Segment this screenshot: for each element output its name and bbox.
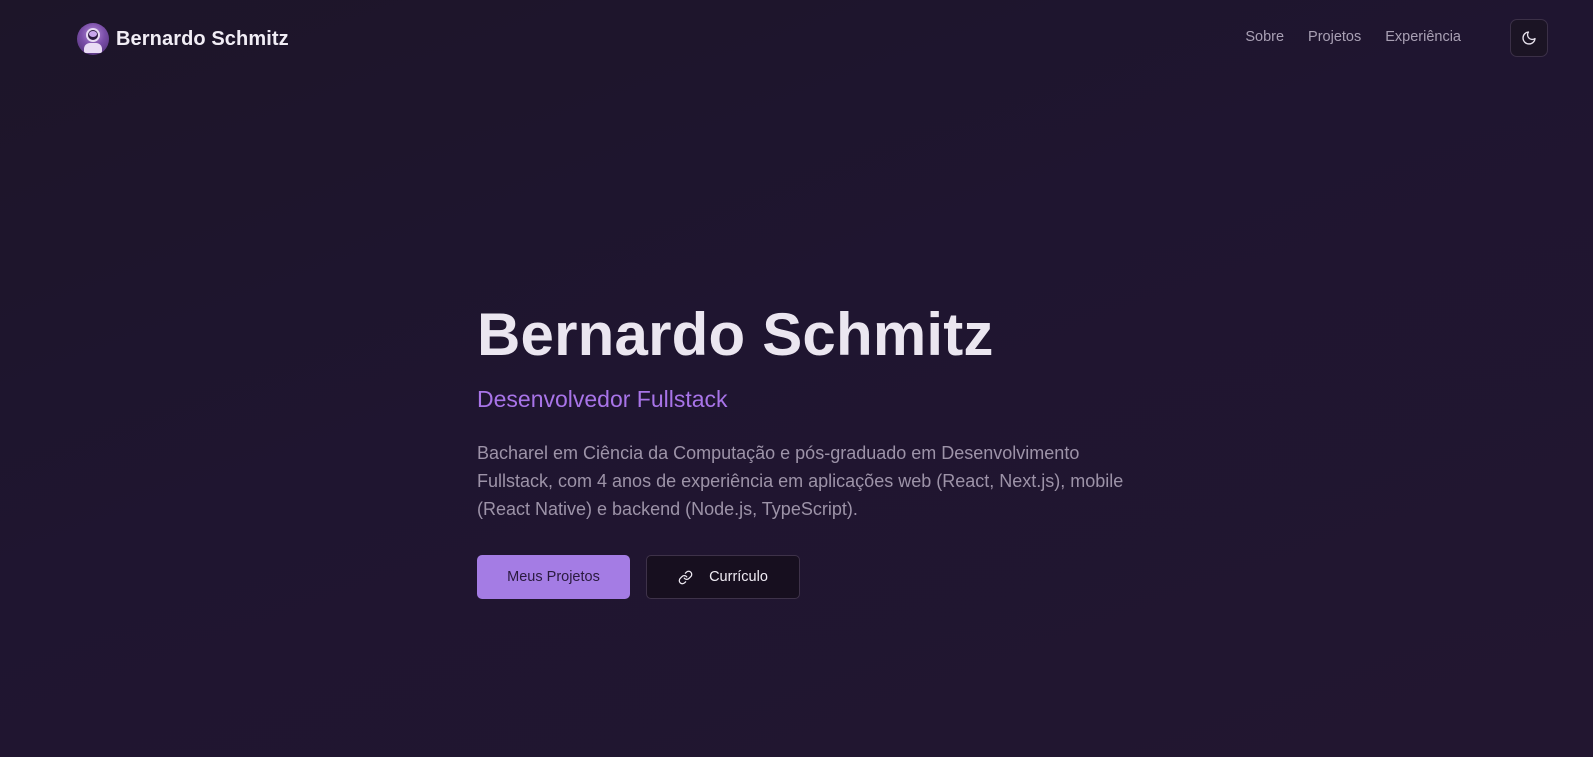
brand-home-link[interactable]: Bernardo Schmitz — [77, 23, 289, 55]
hero-title: Bernardo Schmitz — [477, 301, 994, 368]
resume-button[interactable]: Currículo — [646, 555, 800, 599]
nav-links: Sobre Projetos Experiência — [1221, 29, 1461, 45]
hero-subtitle: Desenvolvedor Fullstack — [477, 386, 728, 412]
theme-toggle-button[interactable] — [1510, 19, 1548, 57]
hero-description: Bacharel em Ciência da Computação e pós-… — [477, 443, 1124, 519]
nav-link-sobre[interactable]: Sobre — [1245, 29, 1284, 45]
hero-actions: Meus Projetos Currículo — [477, 555, 1157, 599]
resume-button-label: Currículo — [709, 569, 768, 585]
nav-link-experiencia[interactable]: Experiência — [1385, 29, 1461, 45]
nav-link-projetos[interactable]: Projetos — [1308, 29, 1361, 45]
brand-name: Bernardo Schmitz — [116, 27, 289, 50]
avatar — [77, 23, 109, 55]
link-icon — [678, 570, 693, 585]
moon-icon — [1521, 30, 1537, 46]
my-projects-button[interactable]: Meus Projetos — [477, 555, 630, 599]
navbar: Bernardo Schmitz Sobre Projetos Experiên… — [0, 0, 1593, 78]
hero-section: Bernardo Schmitz Desenvolvedor Fullstack… — [477, 302, 1157, 599]
